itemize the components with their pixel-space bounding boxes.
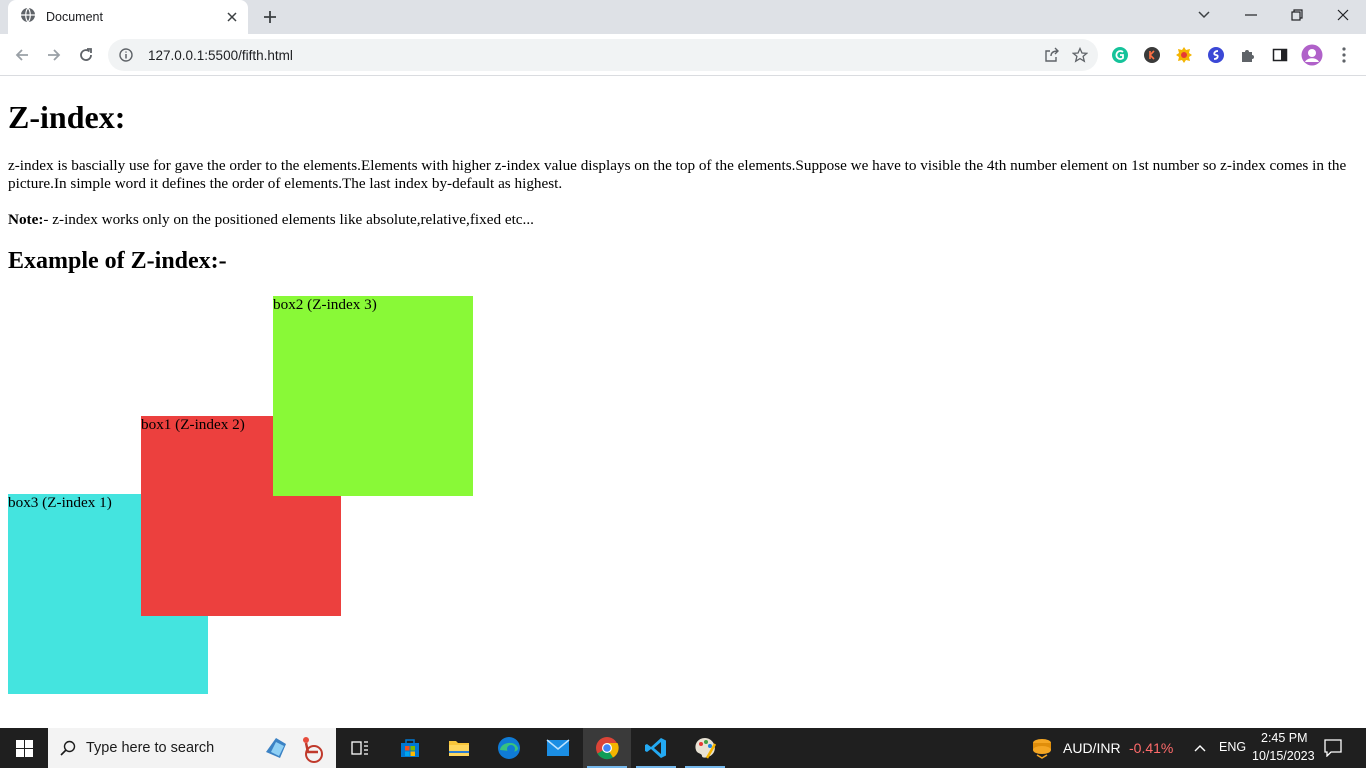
- forward-button[interactable]: [40, 41, 68, 69]
- note-label: Note:: [8, 211, 44, 228]
- page-content: Z-index: z-index is bascially use for ga…: [0, 77, 1366, 728]
- search-icon: [60, 740, 76, 756]
- new-tab-button[interactable]: [258, 5, 282, 29]
- minimize-button[interactable]: [1228, 0, 1274, 30]
- globe-icon: [20, 7, 36, 28]
- ticker-symbol[interactable]: AUD/INR: [1063, 740, 1121, 756]
- taskbar-search-box[interactable]: Type here to search: [48, 728, 336, 768]
- reload-button[interactable]: [72, 41, 100, 69]
- box2-label: box2 (Z-index 3): [273, 296, 377, 313]
- task-view-icon[interactable]: [336, 728, 384, 768]
- grammarly-icon[interactable]: [1109, 44, 1131, 66]
- search-placeholder: Type here to search: [86, 740, 215, 756]
- clock-date[interactable]: 10/15/2023: [1252, 749, 1315, 763]
- tab-title: Document: [46, 10, 103, 24]
- tab-search-icon[interactable]: [1181, 0, 1227, 30]
- box2: box2 (Z-index 3): [273, 296, 473, 496]
- profile-avatar[interactable]: [1301, 44, 1323, 66]
- note-paragraph: Note:- z-index works only on the positio…: [8, 211, 534, 229]
- extensions-puzzle-icon[interactable]: [1237, 44, 1259, 66]
- language-indicator[interactable]: ENG: [1219, 740, 1246, 754]
- mail-icon[interactable]: [534, 728, 582, 768]
- show-hidden-icons-chevron[interactable]: [1178, 728, 1222, 768]
- tab-strip: Document: [0, 0, 1366, 34]
- side-panel-icon[interactable]: [1269, 44, 1291, 66]
- bookmark-star-icon[interactable]: [1066, 41, 1094, 69]
- box3-label: box3 (Z-index 1): [8, 494, 112, 511]
- note-text: - z-index works only on the positioned e…: [43, 211, 534, 228]
- back-button[interactable]: [8, 41, 36, 69]
- restore-button[interactable]: [1274, 0, 1320, 30]
- close-window-button[interactable]: [1320, 0, 1366, 30]
- address-bar[interactable]: 127.0.0.1:5500/fifth.html: [108, 39, 1098, 71]
- file-explorer-icon[interactable]: [435, 728, 483, 768]
- browser-tab[interactable]: Document: [8, 0, 248, 34]
- page-heading: Z-index:: [8, 99, 126, 135]
- browser-toolbar: 127.0.0.1:5500/fifth.html: [0, 34, 1366, 76]
- close-tab-icon[interactable]: [220, 5, 244, 29]
- share-icon[interactable]: [1038, 41, 1066, 69]
- windows-start-icon[interactable]: [0, 728, 48, 768]
- microsoft-store-icon[interactable]: [386, 728, 434, 768]
- zindex-description: z-index is bascially use for gave the or…: [8, 157, 1347, 192]
- vscode-icon[interactable]: [632, 728, 680, 768]
- site-info-icon[interactable]: [112, 41, 140, 69]
- paint-icon[interactable]: [681, 728, 729, 768]
- menu-kebab-icon[interactable]: [1333, 44, 1355, 66]
- s-extension-icon[interactable]: [1205, 44, 1227, 66]
- box1-label: box1 (Z-index 2): [141, 416, 245, 433]
- example-heading: Example of Z-index:-: [8, 248, 227, 274]
- ticker-coin-icon[interactable]: [1018, 728, 1066, 768]
- sale-extension-icon[interactable]: [1173, 44, 1195, 66]
- notifications-icon[interactable]: [1310, 728, 1356, 768]
- taskbar: Type here to search AUD/INR -0.41% ENG 2…: [0, 728, 1366, 768]
- edge-browser-icon[interactable]: [485, 728, 533, 768]
- clock-time[interactable]: 2:45 PM: [1261, 731, 1308, 745]
- url-text[interactable]: 127.0.0.1:5500/fifth.html: [148, 48, 1038, 63]
- search-highlight-icon: [262, 732, 328, 764]
- chrome-taskbar-icon[interactable]: [583, 728, 631, 768]
- ticker-change[interactable]: -0.41%: [1129, 740, 1173, 756]
- k-extension-icon[interactable]: [1141, 44, 1163, 66]
